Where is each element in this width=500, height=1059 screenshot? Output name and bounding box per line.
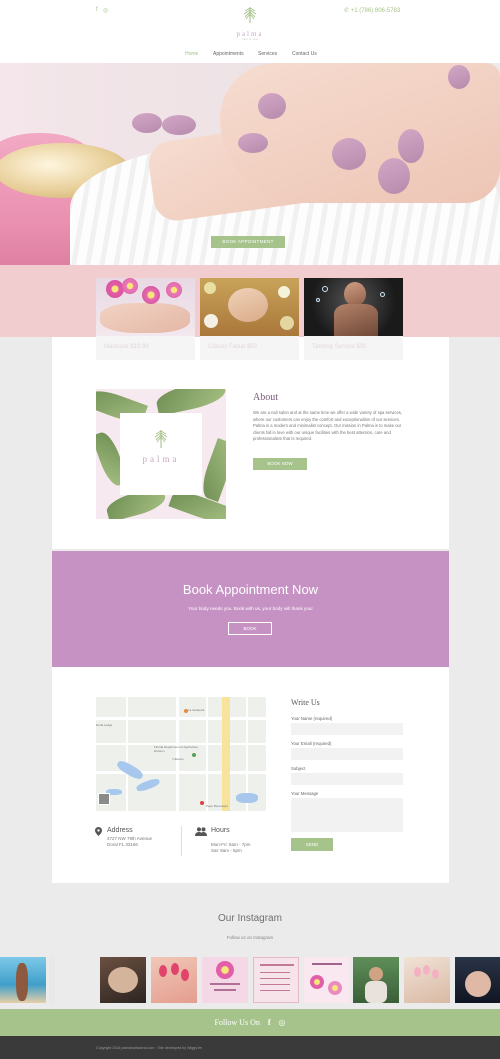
name-field[interactable] xyxy=(291,723,403,735)
about-logo-image: palma xyxy=(96,389,226,519)
subject-label: Subject xyxy=(291,766,306,771)
hero-banner xyxy=(0,63,500,265)
map-label: 7-Eleven xyxy=(172,757,184,761)
nail-image xyxy=(398,129,424,163)
palm-leaf-icon xyxy=(154,430,168,448)
service-caption: Classic Facial $50 xyxy=(208,344,257,350)
logo-tagline: nail & spa xyxy=(242,38,258,41)
follow-text: Follow Us On xyxy=(214,1018,260,1027)
hours-line-2: Sat: 8am - 6pm xyxy=(211,848,242,853)
facebook-icon[interactable]: f xyxy=(268,1018,271,1027)
logo-brand: palma xyxy=(236,30,264,38)
instagram-post[interactable] xyxy=(151,957,197,1003)
map-label: Pepe Beverages xyxy=(206,804,229,808)
follow-us-on: Follow Us On f ◎ xyxy=(0,1018,500,1027)
book-button[interactable]: BOOK xyxy=(228,622,272,635)
subject-field[interactable] xyxy=(291,773,403,785)
instagram-icon[interactable]: ◎ xyxy=(279,1018,286,1027)
nav-home[interactable]: Home xyxy=(185,51,198,57)
instagram-post[interactable] xyxy=(0,957,46,1003)
service-card-facial[interactable]: Classic Facial $50 xyxy=(200,278,299,360)
nav-appointments[interactable]: Appointments xyxy=(213,51,244,57)
map-satellite-thumb[interactable] xyxy=(98,793,110,805)
message-field[interactable] xyxy=(291,798,403,832)
instagram-post[interactable] xyxy=(404,957,450,1003)
people-icon xyxy=(195,827,207,836)
message-label: Your Message xyxy=(291,791,319,796)
footer xyxy=(0,1036,500,1059)
instagram-post[interactable] xyxy=(353,957,399,1003)
nail-image xyxy=(132,113,162,133)
address-line-2: Doral FL 33166 xyxy=(107,842,138,847)
tanning-image xyxy=(304,278,403,336)
address-title: Address xyxy=(107,827,133,834)
manicure-image xyxy=(96,278,195,336)
service-caption: Manicure $19.99 xyxy=(104,344,149,350)
nail-image xyxy=(258,93,286,119)
book-appointment-button[interactable]: BOOK APPOINTMENT xyxy=(211,236,285,248)
instagram-post[interactable] xyxy=(49,957,55,1003)
copyright-text: Copyright 2018 palmanailsdoral.com · Sit… xyxy=(96,1046,203,1050)
logo[interactable]: palma nail & spa xyxy=(232,4,268,41)
send-button[interactable]: SEND xyxy=(291,838,333,851)
instagram-post[interactable] xyxy=(304,957,350,1003)
nail-image xyxy=(378,158,410,194)
booking-subtitle: Your body needs you. Book with us, your … xyxy=(188,606,313,611)
instagram-post[interactable] xyxy=(455,957,500,1003)
nail-image xyxy=(448,65,470,89)
about-logo-card: palma xyxy=(120,413,202,495)
map-label: La Gelateria xyxy=(188,708,205,712)
name-label: Your Name (required) xyxy=(291,716,333,721)
info-divider xyxy=(181,826,182,856)
nail-image xyxy=(332,138,366,170)
nav-contact-us[interactable]: Contact Us xyxy=(292,51,317,57)
about-text: We are a nail salon and at the same time… xyxy=(253,410,403,442)
phone-number[interactable]: ✆ +1 (786) 806-5783 xyxy=(344,7,400,14)
instagram-title: Our Instagram xyxy=(218,913,282,924)
service-caption: Tanning Service $30 xyxy=(312,344,367,350)
palm-leaf-icon xyxy=(243,7,257,23)
instagram-post[interactable] xyxy=(202,957,248,1003)
map-label: Doral Ledge xyxy=(96,723,113,727)
facial-image xyxy=(200,278,299,336)
instagram-subtitle: Follow us on Instagram xyxy=(226,935,274,940)
location-map[interactable]: La Gelateria Florida Department of Agric… xyxy=(96,697,266,811)
email-label: Your Email (required) xyxy=(291,741,332,746)
about-logo-brand: palma xyxy=(142,454,180,464)
about-title: About xyxy=(253,392,278,403)
instagram-post[interactable] xyxy=(253,957,299,1003)
book-now-button[interactable]: BOOK NOW xyxy=(253,458,307,470)
service-card-manicure[interactable]: Manicure $19.99 xyxy=(96,278,195,360)
service-card-tanning[interactable]: Tanning Service $30 xyxy=(304,278,403,360)
form-title: Write Us xyxy=(291,698,320,707)
facebook-icon[interactable]: f xyxy=(96,7,98,13)
instagram-icon[interactable]: ◎ xyxy=(103,7,108,14)
email-field[interactable] xyxy=(291,748,403,760)
instagram-post[interactable] xyxy=(100,957,146,1003)
booking-title: Book Appointment Now xyxy=(182,582,319,597)
nav-services[interactable]: Services xyxy=(258,51,277,57)
hours-title: Hours xyxy=(211,827,230,834)
nail-image xyxy=(162,115,196,135)
location-pin-icon xyxy=(95,827,102,836)
nail-image xyxy=(238,133,268,153)
phone-text: +1 (786) 806-5783 xyxy=(350,8,401,14)
map-label: Florida Department of Agriculture Divisi… xyxy=(154,745,199,753)
